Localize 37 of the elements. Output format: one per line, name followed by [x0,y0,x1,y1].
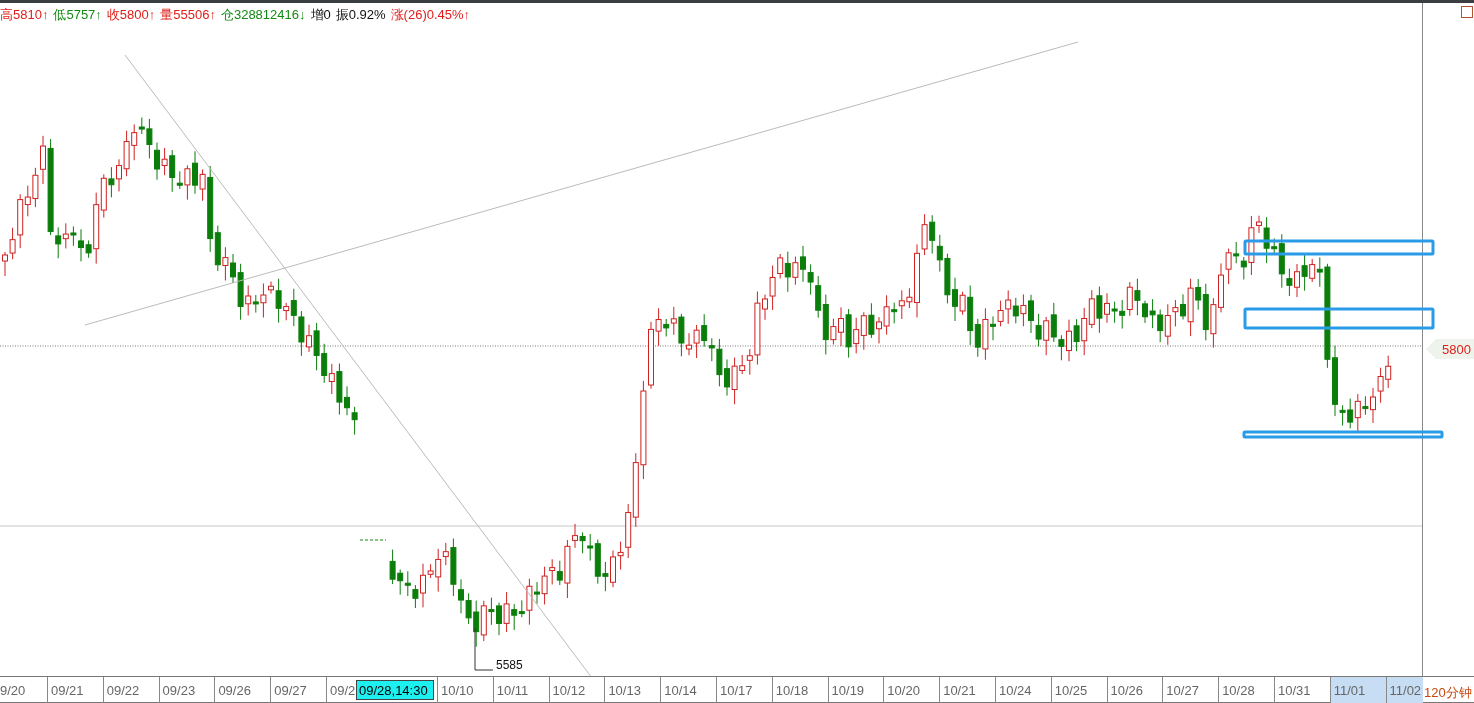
date-label: 10/24 [994,677,1051,703]
date-label: 09/21 [47,677,103,703]
date-label: 09/23 [158,677,215,703]
quote-value: 涨(26)0.45%↑ [390,7,471,22]
date-label: 10/26 [1106,677,1163,703]
date-label: 11/02 [1385,677,1423,703]
date-label: 10/21 [939,677,995,703]
date-label: 11/01 [1329,677,1386,703]
quote-value: 增0 [310,7,331,22]
date-label: 9/20 [0,682,27,700]
date-label: 10/28 [1218,677,1274,703]
date-label: 10/10 [437,677,493,703]
date-label: 10/27 [1162,677,1219,703]
quote-value: 仓328812416↓ [220,7,306,22]
quote-value: 收5800↑ [106,7,156,22]
date-label: 09/2 [326,677,356,703]
date-label: 09/22 [102,677,159,703]
date-label: 10/12 [548,677,605,703]
date-label: 09/26 [214,677,271,703]
quote-value: 振0.92% [335,7,386,22]
date-label: 10/18 [771,677,828,703]
cursor-time-label: 09/28,14:30 [356,680,434,700]
price-tag: 5800 [1426,339,1474,359]
date-label: 10/13 [604,677,661,703]
quote-value: 量55506↑ [160,7,216,22]
date-label: 10/17 [715,677,772,703]
date-label: 10/11 [492,677,549,703]
date-label: 10/25 [1050,677,1107,703]
period-label[interactable]: 120分钟 [1422,677,1472,702]
date-label: 10/14 [660,677,716,703]
low-price-label: 5585 [496,657,523,674]
quote-value: 高5810↑ [0,7,49,22]
date-label: 10/20 [883,677,940,703]
date-label: 10/19 [827,677,884,703]
quote-value: 低5757↑ [53,7,102,22]
date-label: 10/31 [1273,677,1330,703]
date-label: 09/27 [270,677,326,703]
